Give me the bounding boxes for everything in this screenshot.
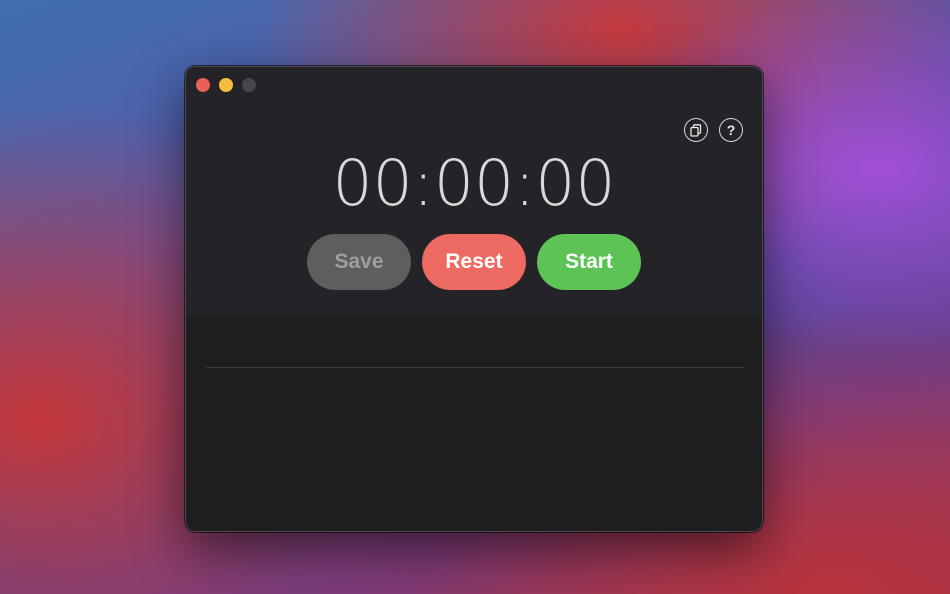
desktop-wallpaper: ? 00:00:00 Save Reset Start [0, 0, 950, 594]
elapsed-time-display: 00:00:00 [332, 147, 616, 220]
help-icon: ? [726, 122, 736, 138]
minimize-window-button[interactable] [219, 78, 233, 92]
zoom-window-button[interactable] [242, 78, 256, 92]
reset-button[interactable]: Reset [422, 234, 526, 290]
start-button[interactable]: Start [537, 234, 641, 290]
close-window-button[interactable] [196, 78, 210, 92]
laps-divider [206, 367, 744, 368]
help-button[interactable]: ? [719, 118, 743, 142]
stopwatch-window: ? 00:00:00 Save Reset Start [185, 66, 763, 532]
timer-controls: Save Reset Start [307, 234, 641, 290]
copy-icon [690, 123, 702, 137]
save-button[interactable]: Save [307, 234, 411, 290]
timer-panel: ? 00:00:00 Save Reset Start [186, 67, 762, 317]
copy-button[interactable] [684, 118, 708, 142]
corner-toolbar: ? [684, 118, 743, 142]
window-controls [196, 78, 256, 92]
